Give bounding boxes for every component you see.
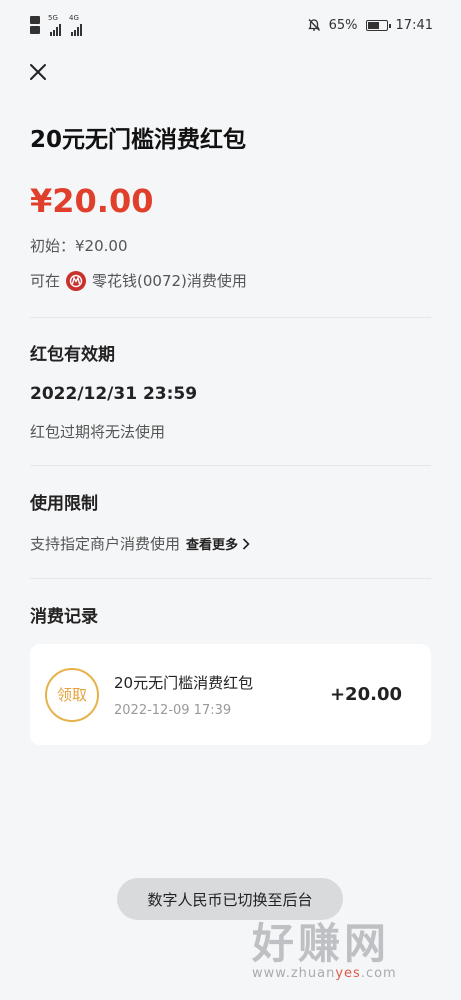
record-amount: +20.00 [329, 684, 402, 705]
hd-icon [30, 26, 40, 34]
voucher-usable-row: 可在 零花钱(0072)消费使用 [30, 270, 247, 291]
clock: 17:41 [395, 17, 433, 33]
page-title: 20元无门槛消费红包 [30, 127, 247, 153]
watermark-url-highlight: yes [335, 966, 361, 981]
status-bar: 5G 4G 65% 17:41 [0, 0, 461, 50]
divider [30, 317, 431, 318]
close-button[interactable] [24, 58, 52, 86]
expiry-note: 红包过期将无法使用 [30, 423, 166, 441]
record-item[interactable]: 领取 20元无门槛消费红包 2022-12-09 17:39 +20.00 [30, 644, 431, 745]
battery-fill [367, 21, 380, 29]
record-info: 20元无门槛消费红包 2022-12-09 17:39 [114, 672, 330, 718]
validity-heading: 红包有效期 [30, 345, 115, 365]
watermark-url: www.zhuanyes.com [252, 966, 442, 981]
voucher-initial: 初始：¥20.00 [30, 237, 128, 255]
hd-icon [30, 16, 40, 24]
battery-percent: 65% [328, 17, 358, 33]
battery-icon [365, 19, 391, 31]
watermark-url-suffix: .com [360, 966, 397, 981]
expiry-date: 2022/12/31 23:59 [30, 384, 198, 404]
signal-icon [71, 22, 82, 36]
view-more-link[interactable]: 查看更多 [186, 534, 250, 553]
mute-icon [307, 19, 320, 31]
usage-limit-row: 支持指定商户消费使用 查看更多 [30, 533, 250, 554]
records-heading: 消费记录 [30, 607, 98, 627]
view-more-label: 查看更多 [186, 538, 239, 553]
watermark: 好赚网 www.zhuanyes.com [252, 920, 442, 990]
divider [30, 578, 431, 579]
usage-limit-text: 支持指定商户消费使用 [30, 535, 181, 553]
chevron-right-icon [242, 537, 250, 550]
status-right: 65% 17:41 [307, 18, 433, 33]
record-time: 2022-12-09 17:39 [114, 702, 232, 718]
signal-icon [50, 22, 61, 36]
network-2: 4G [69, 13, 82, 36]
status-left: 5G 4G [30, 13, 82, 36]
watermark-text: 好赚网 [252, 919, 391, 968]
watermark-url-prefix: www.zhuan [252, 966, 336, 981]
bank-logo-icon [66, 270, 87, 291]
sim-badges [30, 16, 40, 34]
claim-badge: 领取 [45, 667, 99, 722]
divider [30, 465, 431, 466]
voucher-amount: ¥20.00 [30, 182, 154, 220]
network-1: 5G [48, 13, 61, 36]
network-2-label: 4G [69, 13, 79, 22]
record-name: 20元无门槛消费红包 [114, 673, 254, 692]
close-icon [30, 64, 46, 80]
network-1-label: 5G [48, 13, 58, 22]
usage-limit-heading: 使用限制 [30, 494, 98, 514]
merchant-name: 零花钱(0072)消费使用 [92, 272, 247, 290]
usable-prefix: 可在 [30, 272, 61, 290]
toast: 数字人民币已切换至后台 [117, 878, 343, 920]
